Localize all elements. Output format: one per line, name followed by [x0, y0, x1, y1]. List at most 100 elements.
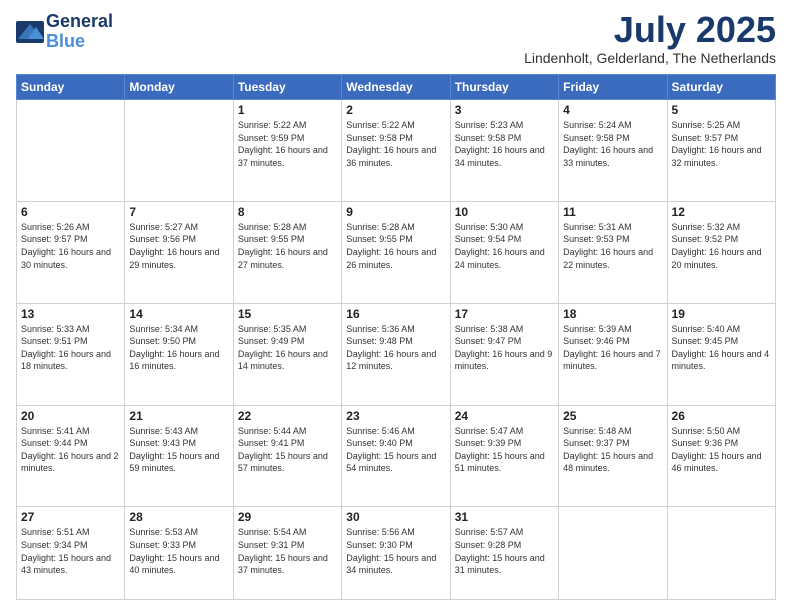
calendar-header-row: SundayMondayTuesdayWednesdayThursdayFrid… [17, 75, 776, 100]
day-number: 29 [238, 510, 337, 524]
day-number: 30 [346, 510, 445, 524]
day-number: 15 [238, 307, 337, 321]
day-info: Sunrise: 5:41 AM Sunset: 9:44 PM Dayligh… [21, 425, 120, 475]
day-number: 5 [672, 103, 771, 117]
calendar-cell: 20Sunrise: 5:41 AM Sunset: 9:44 PM Dayli… [17, 405, 125, 507]
calendar-cell [125, 100, 233, 202]
calendar-cell: 10 Sunrise: 5:30 AM Sunset: 9:54 PM Dayli… [450, 201, 558, 303]
calendar-cell: 1 Sunrise: 5:22 AM Sunset: 9:59 PM Daylig… [233, 100, 341, 202]
day-info: Sunrise: 5:26 AM Sunset: 9:57 PM Dayligh… [21, 221, 120, 271]
weekday-header: Friday [559, 75, 667, 100]
day-info: Sunrise: 5:35 AM Sunset: 9:49 PM Dayligh… [238, 323, 337, 373]
day-info: Sunrise: 5:57 AM Sunset: 9:28 PM Dayligh… [455, 526, 554, 576]
day-number: 27 [21, 510, 120, 524]
day-number: 9 [346, 205, 445, 219]
day-info: Sunrise: 5:39 AM Sunset: 9:46 PM Dayligh… [563, 323, 662, 373]
calendar-cell: 27 Sunrise: 5:51 AM Sunset: 9:34 PM Dayli… [17, 507, 125, 600]
calendar-cell [17, 100, 125, 202]
logo-line2: Blue [46, 31, 85, 51]
calendar-cell: 31Sunrise: 5:57 AM Sunset: 9:28 PM Dayli… [450, 507, 558, 600]
day-info: Sunrise: 5:32 AM Sunset: 9:52 PM Dayligh… [672, 221, 771, 271]
calendar-cell: 7 Sunrise: 5:27 AM Sunset: 9:56 PM Daylig… [125, 201, 233, 303]
day-info: Sunrise: 5:54 AM Sunset: 9:31 PM Dayligh… [238, 526, 337, 576]
day-info: Sunrise: 5:36 AM Sunset: 9:48 PM Dayligh… [346, 323, 445, 373]
day-info: Sunrise: 5:23 AM Sunset: 9:58 PM Dayligh… [455, 119, 554, 169]
month-title: July 2025 [524, 12, 776, 48]
day-info: Sunrise: 5:47 AM Sunset: 9:39 PM Dayligh… [455, 425, 554, 475]
day-info: Sunrise: 5:50 AM Sunset: 9:36 PM Dayligh… [672, 425, 771, 475]
weekday-header: Wednesday [342, 75, 450, 100]
calendar-cell: 18Sunrise: 5:39 AM Sunset: 9:46 PM Dayli… [559, 303, 667, 405]
day-info: Sunrise: 5:38 AM Sunset: 9:47 PM Dayligh… [455, 323, 554, 373]
day-info: Sunrise: 5:48 AM Sunset: 9:37 PM Dayligh… [563, 425, 662, 475]
day-number: 25 [563, 409, 662, 423]
title-block: July 2025 Lindenholt, Gelderland, The Ne… [524, 12, 776, 66]
day-number: 11 [563, 205, 662, 219]
calendar-cell: 29 Sunrise: 5:54 AM Sunset: 9:31 PM Dayli… [233, 507, 341, 600]
day-number: 14 [129, 307, 228, 321]
day-number: 7 [129, 205, 228, 219]
calendar-week-row: 6 Sunrise: 5:26 AM Sunset: 9:57 PM Daylig… [17, 201, 776, 303]
weekday-header: Monday [125, 75, 233, 100]
day-info: Sunrise: 5:31 AM Sunset: 9:53 PM Dayligh… [563, 221, 662, 271]
day-info: Sunrise: 5:25 AM Sunset: 9:57 PM Dayligh… [672, 119, 771, 169]
logo-icon [16, 21, 44, 43]
day-info: Sunrise: 5:22 AM Sunset: 9:58 PM Dayligh… [346, 119, 445, 169]
day-info: Sunrise: 5:43 AM Sunset: 9:43 PM Dayligh… [129, 425, 228, 475]
day-number: 22 [238, 409, 337, 423]
weekday-header: Thursday [450, 75, 558, 100]
day-number: 8 [238, 205, 337, 219]
day-number: 12 [672, 205, 771, 219]
day-number: 2 [346, 103, 445, 117]
calendar-week-row: 1 Sunrise: 5:22 AM Sunset: 9:59 PM Daylig… [17, 100, 776, 202]
calendar-cell: 16Sunrise: 5:36 AM Sunset: 9:48 PM Dayli… [342, 303, 450, 405]
day-info: Sunrise: 5:44 AM Sunset: 9:41 PM Dayligh… [238, 425, 337, 475]
calendar-cell: 14 Sunrise: 5:34 AM Sunset: 9:50 PM Dayli… [125, 303, 233, 405]
day-info: Sunrise: 5:28 AM Sunset: 9:55 PM Dayligh… [238, 221, 337, 271]
calendar-cell: 2 Sunrise: 5:22 AM Sunset: 9:58 PM Daylig… [342, 100, 450, 202]
weekday-header: Tuesday [233, 75, 341, 100]
day-number: 26 [672, 409, 771, 423]
day-number: 21 [129, 409, 228, 423]
day-number: 28 [129, 510, 228, 524]
calendar-cell: 30 Sunrise: 5:56 AM Sunset: 9:30 PM Dayli… [342, 507, 450, 600]
calendar-cell: 25 Sunrise: 5:48 AM Sunset: 9:37 PM Dayli… [559, 405, 667, 507]
day-number: 6 [21, 205, 120, 219]
day-info: Sunrise: 5:24 AM Sunset: 9:58 PM Dayligh… [563, 119, 662, 169]
calendar-cell: 4 Sunrise: 5:24 AM Sunset: 9:58 PM Daylig… [559, 100, 667, 202]
day-number: 1 [238, 103, 337, 117]
day-number: 19 [672, 307, 771, 321]
calendar-week-row: 20Sunrise: 5:41 AM Sunset: 9:44 PM Dayli… [17, 405, 776, 507]
day-number: 10 [455, 205, 554, 219]
header: General Blue July 2025 Lindenholt, Gelde… [16, 12, 776, 66]
day-info: Sunrise: 5:22 AM Sunset: 9:59 PM Dayligh… [238, 119, 337, 169]
weekday-header: Sunday [17, 75, 125, 100]
day-info: Sunrise: 5:34 AM Sunset: 9:50 PM Dayligh… [129, 323, 228, 373]
day-info: Sunrise: 5:53 AM Sunset: 9:33 PM Dayligh… [129, 526, 228, 576]
calendar-cell: 17 Sunrise: 5:38 AM Sunset: 9:47 PM Dayli… [450, 303, 558, 405]
calendar-cell: 3 Sunrise: 5:23 AM Sunset: 9:58 PM Daylig… [450, 100, 558, 202]
day-number: 23 [346, 409, 445, 423]
day-info: Sunrise: 5:51 AM Sunset: 9:34 PM Dayligh… [21, 526, 120, 576]
calendar-cell: 22 Sunrise: 5:44 AM Sunset: 9:41 PM Dayli… [233, 405, 341, 507]
calendar-table: SundayMondayTuesdayWednesdayThursdayFrid… [16, 74, 776, 600]
calendar-cell: 19Sunrise: 5:40 AM Sunset: 9:45 PM Dayli… [667, 303, 775, 405]
calendar-cell: 12 Sunrise: 5:32 AM Sunset: 9:52 PM Dayli… [667, 201, 775, 303]
calendar-cell: 26 Sunrise: 5:50 AM Sunset: 9:36 PM Dayli… [667, 405, 775, 507]
logo-line1: General [46, 12, 113, 32]
day-info: Sunrise: 5:46 AM Sunset: 9:40 PM Dayligh… [346, 425, 445, 475]
day-number: 17 [455, 307, 554, 321]
location-subtitle: Lindenholt, Gelderland, The Netherlands [524, 50, 776, 66]
day-info: Sunrise: 5:27 AM Sunset: 9:56 PM Dayligh… [129, 221, 228, 271]
day-info: Sunrise: 5:30 AM Sunset: 9:54 PM Dayligh… [455, 221, 554, 271]
day-number: 4 [563, 103, 662, 117]
day-info: Sunrise: 5:56 AM Sunset: 9:30 PM Dayligh… [346, 526, 445, 576]
calendar-cell: 24Sunrise: 5:47 AM Sunset: 9:39 PM Dayli… [450, 405, 558, 507]
day-number: 3 [455, 103, 554, 117]
calendar-cell: 15 Sunrise: 5:35 AM Sunset: 9:49 PM Dayli… [233, 303, 341, 405]
logo: General Blue [16, 12, 113, 52]
calendar-cell: 21 Sunrise: 5:43 AM Sunset: 9:43 PM Dayli… [125, 405, 233, 507]
calendar-cell: 11 Sunrise: 5:31 AM Sunset: 9:53 PM Dayli… [559, 201, 667, 303]
calendar-cell: 23 Sunrise: 5:46 AM Sunset: 9:40 PM Dayli… [342, 405, 450, 507]
calendar-cell: 6 Sunrise: 5:26 AM Sunset: 9:57 PM Daylig… [17, 201, 125, 303]
